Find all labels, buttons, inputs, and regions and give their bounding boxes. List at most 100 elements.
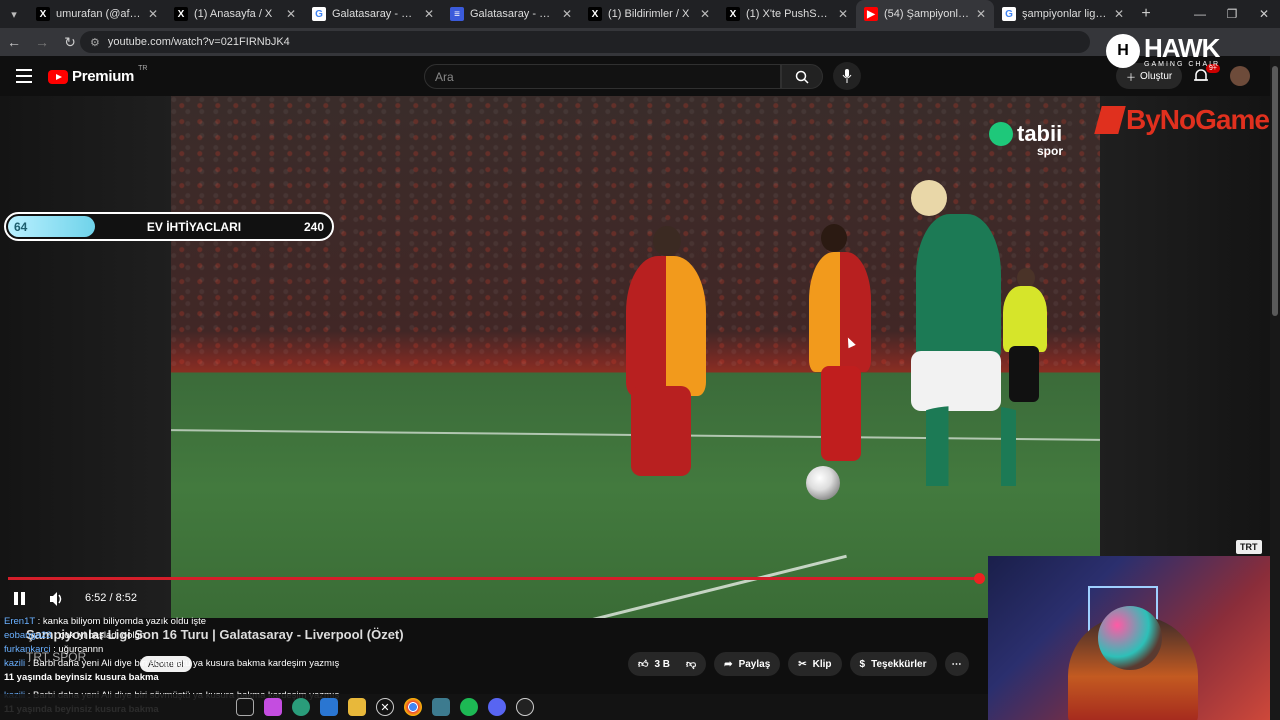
goal-current: 64: [14, 219, 28, 234]
dislike-icon[interactable]: 👎︎: [686, 658, 696, 670]
search-input[interactable]: Ara: [424, 64, 781, 89]
tabii-text: tabii: [1017, 121, 1063, 146]
chat-text: uğurcannn: [58, 644, 104, 655]
browser-tab-strip: ▾ Xumurafan (@afanumur) / ✕ X (1) Anasayfa …: [0, 0, 1280, 28]
edge-icon[interactable]: [292, 698, 310, 716]
tabii-spor-logo: tabii spor: [989, 121, 1063, 158]
share-button[interactable]: ➦ Paylaş: [714, 652, 781, 676]
search-icon: [795, 70, 809, 84]
more-actions-button[interactable]: ⋯: [944, 652, 969, 676]
video-actions: 👍︎ 3 B 👎︎ ➦ Paylaş ✂ Klip $ Teşekkürler ⋯: [628, 652, 969, 676]
chat-message: kazili : Barbi daha yeni Ali diye biri s…: [4, 658, 339, 669]
address-toolbar: ← → ↻ ⚙ youtube.com/watch?v=021FIRNbJK4: [0, 28, 1280, 56]
player-head: [911, 180, 947, 216]
back-icon[interactable]: ←: [6, 34, 22, 50]
browser-tab[interactable]: G Galatasaray - Google'da / ✕: [304, 0, 442, 28]
bynogame-text: ByNoGame: [1126, 104, 1270, 135]
browser-tab[interactable]: X (1) Anasayfa / X ✕: [166, 0, 304, 28]
x-logo-icon: X: [36, 7, 50, 21]
chat-message: eobanga23 : çok iyi başladı oolgn: [4, 630, 145, 641]
tab-search-dropdown-icon[interactable]: ▾: [0, 0, 28, 28]
browser-tab[interactable]: X (1) Bildirimler / X ✕: [580, 0, 718, 28]
scrubber-handle[interactable]: [974, 573, 985, 584]
search-button[interactable]: [781, 64, 823, 89]
account-avatar[interactable]: [1230, 66, 1250, 86]
scrollbar-thumb[interactable]: [1272, 66, 1278, 316]
like-button[interactable]: 👍︎ 3 B 👎︎: [628, 652, 707, 676]
tab-title: (1) Anasayfa / X: [194, 8, 273, 20]
clip-button[interactable]: ✂ Klip: [788, 652, 842, 676]
player-legs-2: [821, 366, 861, 461]
tab-title: şampiyonlar ligi - Google: [1022, 8, 1108, 20]
window-controls: — ❐ ✕: [1184, 0, 1280, 28]
player-galatasaray-2: [809, 252, 871, 372]
explorer-icon[interactable]: [348, 698, 366, 716]
discord-icon[interactable]: [488, 698, 506, 716]
thanks-button[interactable]: $ Teşekkürler: [849, 652, 937, 676]
pitch-line-diagonal: [555, 554, 847, 618]
volume-icon[interactable]: [48, 590, 66, 608]
close-icon[interactable]: ✕: [1248, 0, 1280, 28]
browser-tab[interactable]: ≡ Galatasaray - Liverpool ca ✕: [442, 0, 580, 28]
tab-close-icon[interactable]: ✕: [148, 7, 158, 21]
youtube-header: Premium TR Ara ＋ Oluştur 9+: [0, 56, 1280, 96]
donation-goal-bar: 64 EV İHTİYACLARI 240: [4, 212, 334, 241]
video-player[interactable]: tabii spor: [171, 96, 1100, 618]
hawk-brand: HAWK: [1144, 32, 1220, 63]
hawk-sub: GAMING CHAIR: [1144, 60, 1221, 68]
obs-icon[interactable]: [516, 698, 534, 716]
menu-icon[interactable]: [16, 69, 32, 83]
url-field[interactable]: ⚙ youtube.com/watch?v=021FIRNbJK4: [80, 31, 1090, 53]
x-logo-icon: X: [588, 7, 602, 21]
xbox-icon[interactable]: ✕: [376, 698, 394, 716]
app-icon[interactable]: [432, 698, 450, 716]
google-logo-icon: G: [312, 7, 326, 21]
browser-tab[interactable]: X (1) X'te PushSpor: "Arne S ✕: [718, 0, 856, 28]
video-time: 6:52 / 8:52: [85, 592, 137, 604]
chat-message: Eren1T : kanka biliyom biliyomda yazık o…: [4, 616, 206, 627]
video-progress-bar[interactable]: [8, 573, 985, 584]
google-logo-icon: G: [1002, 7, 1016, 21]
chat-username: eobanga23: [4, 630, 52, 641]
chat-text: çok iyi başladı oolgn: [59, 630, 146, 641]
new-tab-button[interactable]: +: [1132, 5, 1160, 23]
search-placeholder: Ara: [435, 69, 454, 84]
pause-button[interactable]: [14, 592, 25, 605]
page-scrollbar[interactable]: [1270, 56, 1280, 720]
tab-close-icon[interactable]: ✕: [700, 7, 710, 21]
tab-close-icon[interactable]: ✕: [1114, 7, 1124, 21]
player-galatasaray-1: [626, 256, 706, 396]
chat-text: 11 yaşında beyinsiz kusura bakma: [4, 672, 159, 683]
browser-tab[interactable]: Xumurafan (@afanumur) / ✕: [28, 0, 166, 28]
site-info-icon[interactable]: ⚙: [90, 36, 100, 49]
voice-search-button[interactable]: [833, 62, 861, 90]
copilot-icon[interactable]: [264, 698, 282, 716]
tab-close-icon[interactable]: ✕: [424, 7, 434, 21]
restore-icon[interactable]: ❐: [1216, 0, 1248, 28]
streamer-webcam: [988, 556, 1280, 720]
streamer-head: [1098, 606, 1162, 670]
forward-icon[interactable]: →: [34, 34, 50, 50]
player-legs-liverpool: [911, 351, 1001, 411]
hawk-sponsor-logo: H HAWK GAMING CHAIR: [1106, 34, 1220, 68]
reload-icon[interactable]: ↻: [62, 34, 78, 51]
goal-label: EV İHTİYACLARI: [146, 219, 242, 234]
tab-close-icon[interactable]: ✕: [286, 7, 296, 21]
browser-tab[interactable]: ▶ (54) Şampiyonlar Ligi ✕: [856, 0, 994, 28]
tab-close-icon[interactable]: ✕: [976, 7, 986, 21]
tab-title: (54) Şampiyonlar Ligi: [884, 8, 970, 20]
minimize-icon[interactable]: —: [1184, 0, 1216, 28]
spotify-icon[interactable]: [460, 698, 478, 716]
right-stream-area: [1100, 96, 1270, 556]
store-icon[interactable]: [320, 698, 338, 716]
logo-region: TR: [138, 65, 148, 72]
tab-close-icon[interactable]: ✕: [562, 7, 572, 21]
chrome-icon[interactable]: [404, 698, 422, 716]
thanks-icon: $: [859, 658, 866, 670]
youtube-logo[interactable]: Premium TR: [48, 65, 148, 85]
trt-badge: TRT: [1236, 540, 1262, 554]
browser-tab[interactable]: Gşampiyonlar ligi - Google ✕: [994, 0, 1132, 28]
tab-close-icon[interactable]: ✕: [838, 7, 848, 21]
chat-separator: :: [25, 658, 34, 669]
task-view-icon[interactable]: [236, 698, 254, 716]
